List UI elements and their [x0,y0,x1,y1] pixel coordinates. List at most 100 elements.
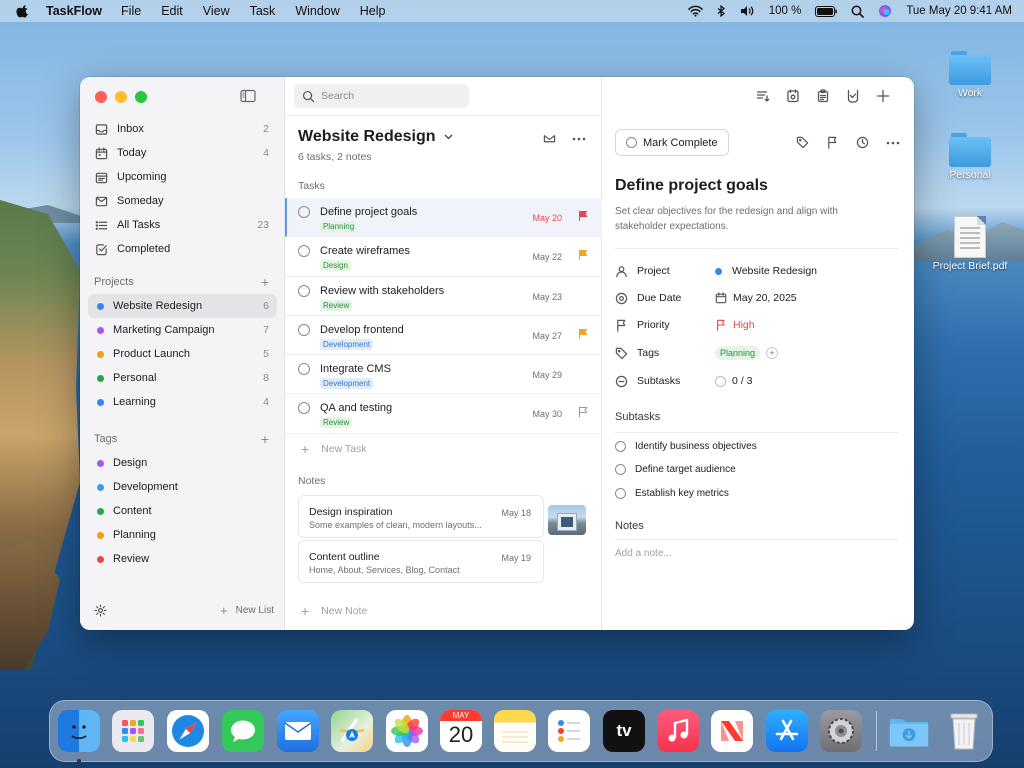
menu-help[interactable]: Help [360,4,386,18]
battery-icon[interactable] [815,5,838,17]
task-checkbox[interactable] [298,363,310,376]
news-icon[interactable] [711,710,753,752]
task-row[interactable]: Review with stakeholders Review May 23 [285,277,602,316]
sidebar-tag-planning[interactable]: Planning [88,523,277,547]
app-menu-name[interactable]: TaskFlow [46,4,102,18]
task-checkbox[interactable] [298,206,310,218]
sidebar-toggle-icon[interactable] [240,89,256,103]
task-row[interactable]: Develop frontend Development May 27 [285,316,602,356]
subtask-item[interactable]: Define target audience [615,464,736,475]
sidebar-item-upcoming[interactable]: Upcoming [88,165,277,189]
subtask-item[interactable]: Establish key metrics [615,488,729,499]
list-title[interactable]: Website Redesign [298,128,453,146]
subtask-checkbox[interactable] [615,464,626,475]
note-thumbnail-image[interactable] [548,505,586,535]
new-task-button[interactable]: + New Task [301,441,367,457]
more-icon[interactable] [886,141,900,145]
sidebar-project-learning[interactable]: Learning 4 [88,390,277,414]
new-note-button[interactable]: + New Note [301,603,367,619]
calendar-app-icon[interactable]: MAY 20 [440,710,482,752]
downloads-folder-icon[interactable] [888,710,930,752]
task-row[interactable]: Integrate CMS Development May 29 [285,355,602,395]
sidebar-project-personal[interactable]: Personal 8 [88,366,277,390]
sidebar-tag-development[interactable]: Development [88,475,277,499]
sidebar-item-someday[interactable]: Someday [88,189,277,213]
task-checkbox[interactable] [298,402,310,415]
note-card[interactable]: Design inspiration Some examples of clea… [298,495,544,538]
spotlight-search-icon[interactable] [851,5,865,18]
trash-icon[interactable] [943,710,985,752]
flag-outline-icon[interactable] [577,406,589,418]
safari-icon[interactable] [167,710,209,752]
zoom-window-button[interactable] [135,91,147,103]
project-value[interactable]: Website Redesign [715,265,817,277]
task-detail-title[interactable]: Define project goals [615,177,768,195]
desktop-folder-work[interactable]: Work [925,51,1015,99]
flag-icon[interactable] [577,328,589,340]
tv-app-icon[interactable]: tv [603,710,645,752]
subtask-item[interactable]: Identify business objectives [615,441,757,452]
reminders-icon[interactable] [548,710,590,752]
task-row[interactable]: Create wireframes Design May 22 [285,237,602,277]
sidebar-project-website-redesign[interactable]: Website Redesign 6 [88,294,277,318]
sidebar-tag-design[interactable]: Design [88,451,277,475]
sidebar-tag-review[interactable]: Review [88,547,277,571]
finder-icon[interactable] [58,710,100,752]
search-box[interactable] [294,84,469,108]
launchpad-icon[interactable] [112,710,154,752]
bluetooth-icon[interactable] [717,4,726,18]
menu-window[interactable]: Window [295,4,339,18]
note-card[interactable]: Content outline Home, About, Services, B… [298,540,544,583]
desktop-file-project-brief[interactable]: Project Brief.pdf [925,216,1015,272]
notes-app-icon[interactable] [494,710,536,752]
sidebar-item-today[interactable]: Today 4 [88,141,277,165]
maps-icon[interactable] [331,710,373,752]
add-icon[interactable] [876,89,890,103]
apple-icon[interactable] [16,4,30,18]
mail-icon[interactable] [277,710,319,752]
flag-icon[interactable] [577,249,589,261]
subtask-checkbox[interactable] [615,441,626,452]
music-icon[interactable] [657,710,699,752]
close-window-button[interactable] [95,91,107,103]
volume-icon[interactable] [740,5,755,17]
add-note-field[interactable]: Add a note... [615,548,672,559]
task-checkbox[interactable] [298,284,310,297]
task-detail-description[interactable]: Set clear objectives for the redesign an… [615,204,845,234]
tag-chip[interactable]: Planning [715,346,761,360]
new-list-button[interactable]: + New List [220,603,274,618]
mark-complete-button[interactable]: Mark Complete [615,129,729,156]
sidebar-tag-content[interactable]: Content [88,499,277,523]
app-store-icon[interactable] [766,710,808,752]
menubar-clock[interactable]: Tue May 20 9:41 AM [906,5,1012,17]
focus-icon[interactable] [846,89,860,103]
menu-view[interactable]: View [203,4,230,18]
task-checkbox[interactable] [298,323,310,336]
tag-icon[interactable] [796,136,809,149]
menu-file[interactable]: File [121,4,141,18]
photos-icon[interactable] [386,710,428,752]
desktop-folder-personal[interactable]: Personal [925,133,1015,181]
task-checkbox[interactable] [298,245,310,258]
sidebar-project-product-launch[interactable]: Product Launch 5 [88,342,277,366]
add-project-button[interactable]: + [261,275,269,289]
clipboard-icon[interactable] [816,89,830,103]
priority-value[interactable]: High [715,319,755,331]
gear-icon[interactable] [94,604,107,617]
flag-icon[interactable] [577,210,589,222]
wifi-icon[interactable] [687,5,703,17]
system-settings-icon[interactable] [820,710,862,752]
menu-task[interactable]: Task [250,4,276,18]
clock-icon[interactable] [856,136,869,149]
calendar-view-icon[interactable] [786,89,800,103]
messages-icon[interactable] [222,710,264,752]
add-tag-button[interactable]: + [766,347,779,359]
task-row[interactable]: Define project goals Planning May 20 [285,198,602,238]
add-tag-button[interactable]: + [261,432,269,446]
flag-icon[interactable] [826,136,839,149]
more-icon[interactable] [572,137,586,141]
search-input[interactable] [321,90,461,102]
subtask-checkbox[interactable] [615,488,626,499]
sidebar-item-all-tasks[interactable]: All Tasks 23 [88,213,277,237]
siri-icon[interactable] [878,4,892,18]
